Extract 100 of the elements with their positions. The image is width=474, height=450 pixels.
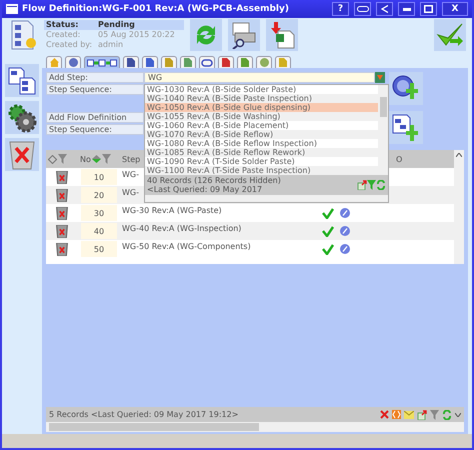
document-icon (146, 58, 154, 67)
table-cell: 20 (81, 187, 117, 203)
field-label: Add Flow Definition (46, 112, 144, 123)
filter-icon[interactable] (102, 154, 111, 164)
last-queried: <Last Queried: 09 May 2017 (147, 185, 264, 194)
trash-icon (56, 206, 68, 220)
status-label: Status: (44, 20, 96, 30)
circle-icon (68, 58, 78, 67)
scrollbar[interactable] (378, 85, 388, 175)
filter-icon[interactable] (430, 410, 439, 420)
export-icon[interactable] (357, 180, 367, 190)
trash-icon (56, 188, 68, 202)
table-cell: 30 (81, 205, 117, 221)
diamond-icon[interactable] (48, 154, 57, 164)
field-label: Add Step: (46, 72, 144, 83)
settings-button[interactable] (5, 101, 39, 134)
column-header[interactable]: O (394, 150, 454, 168)
document-icon (165, 58, 173, 67)
field-label: Step Sequence: (46, 124, 144, 135)
close-icon[interactable] (380, 410, 389, 419)
link-icon (201, 58, 213, 66)
dropdown-item[interactable]: WG-1050 Rev:A (B-Side Glue dispensing) (145, 103, 378, 112)
status-value: Pending (96, 20, 184, 30)
document-icon (222, 58, 230, 67)
delete-row-button[interactable] (56, 224, 68, 238)
share-icon (381, 5, 388, 13)
table-cell: 10 (81, 169, 117, 185)
refresh-button[interactable] (190, 19, 222, 51)
window-menu-icon[interactable] (6, 4, 18, 14)
document-icon (127, 58, 135, 67)
filter-icon[interactable] (58, 154, 67, 164)
scrollbar[interactable] (145, 195, 388, 202)
close-button[interactable]: X (442, 2, 468, 16)
tab[interactable] (123, 56, 139, 68)
delete-row-button[interactable] (56, 206, 68, 220)
link-icon (356, 6, 368, 12)
created-value: 05 Aug 2015 20:22 (97, 30, 176, 40)
dropdown-item[interactable]: WG-1040 Rev:A (B-Side Paste Inspection) (145, 94, 378, 103)
tab[interactable] (65, 56, 81, 68)
add-step-field[interactable]: WG (144, 72, 375, 83)
column-label[interactable]: No (80, 154, 91, 164)
link-button[interactable] (354, 2, 371, 16)
scrollbar[interactable] (454, 150, 464, 264)
maximize-icon (424, 5, 433, 13)
document-icon (279, 58, 287, 67)
checkmark-arrow-icon (436, 21, 464, 49)
minimize-button[interactable] (398, 2, 415, 16)
trash-icon (56, 170, 68, 184)
delete-row-button[interactable] (56, 188, 68, 202)
table-cell: WG-40 Rev:A (WG-Inspection) (120, 222, 316, 240)
edit-icon[interactable] (340, 226, 350, 236)
tab[interactable] (180, 56, 196, 68)
sort-icon[interactable] (92, 155, 101, 163)
brackets-icon[interactable] (392, 410, 401, 419)
tab[interactable] (218, 56, 234, 68)
tab[interactable] (237, 56, 253, 68)
document-icon (184, 58, 192, 67)
flow-document-icon (10, 20, 38, 50)
edit-icon[interactable] (340, 244, 350, 254)
home-icon (50, 58, 58, 67)
window-title: Flow Definition:WG-F-001 Rev:A (WG-PCB-Assembly) (22, 4, 290, 14)
table-cell: 50 (81, 241, 117, 257)
scroll-up-icon[interactable] (456, 153, 462, 157)
edit-icon[interactable] (340, 208, 350, 218)
excel-export-button[interactable] (266, 19, 298, 51)
printer-icon (230, 21, 258, 49)
dropdown-item[interactable]: WG-1070 Rev:A (B-Side Reflow) (145, 130, 378, 139)
scroll-down-icon[interactable] (455, 412, 461, 416)
tab[interactable] (84, 56, 120, 68)
document-plus-icon (391, 112, 421, 142)
print-preview-button[interactable] (228, 19, 260, 51)
trash-icon (56, 224, 68, 238)
maximize-button[interactable] (420, 2, 437, 16)
export-icon[interactable] (417, 410, 427, 420)
scrollbar[interactable] (46, 422, 464, 432)
dropdown-item[interactable]: WG-1100 Rev:A (T-Side Paste Inspection) (145, 166, 378, 175)
help-button[interactable]: ? (332, 2, 349, 16)
created-by-value: admin (97, 40, 124, 50)
envelope-icon[interactable] (404, 410, 414, 418)
add-flow-button[interactable] (389, 111, 423, 144)
flow-steps-icon (87, 58, 117, 66)
minimize-icon (402, 8, 410, 10)
dropdown-item[interactable]: WG-1055 Rev:A (B-Side Washing) (145, 112, 378, 121)
trash-icon (56, 242, 68, 256)
tab[interactable] (142, 56, 158, 68)
copy-flow-button[interactable] (5, 64, 39, 97)
documents-icon (7, 66, 37, 96)
created-label: Created: (45, 30, 82, 40)
records-count: 40 Records (126 Records Hidden) (147, 176, 282, 185)
tab[interactable] (199, 56, 215, 68)
gears-icon (7, 102, 37, 132)
delete-button[interactable] (5, 138, 39, 171)
dropdown-item[interactable]: WG-1085 Rev:A (B-Side Reflow Rework) (145, 148, 378, 157)
field-label: Step Sequence: (46, 84, 144, 95)
delete-row-button[interactable] (56, 242, 68, 256)
delete-row-button[interactable] (56, 170, 68, 184)
spreadsheet-export-icon (268, 21, 296, 49)
trash-icon (7, 138, 37, 170)
add-schedule-button[interactable] (389, 72, 423, 105)
share-button[interactable] (376, 2, 393, 16)
